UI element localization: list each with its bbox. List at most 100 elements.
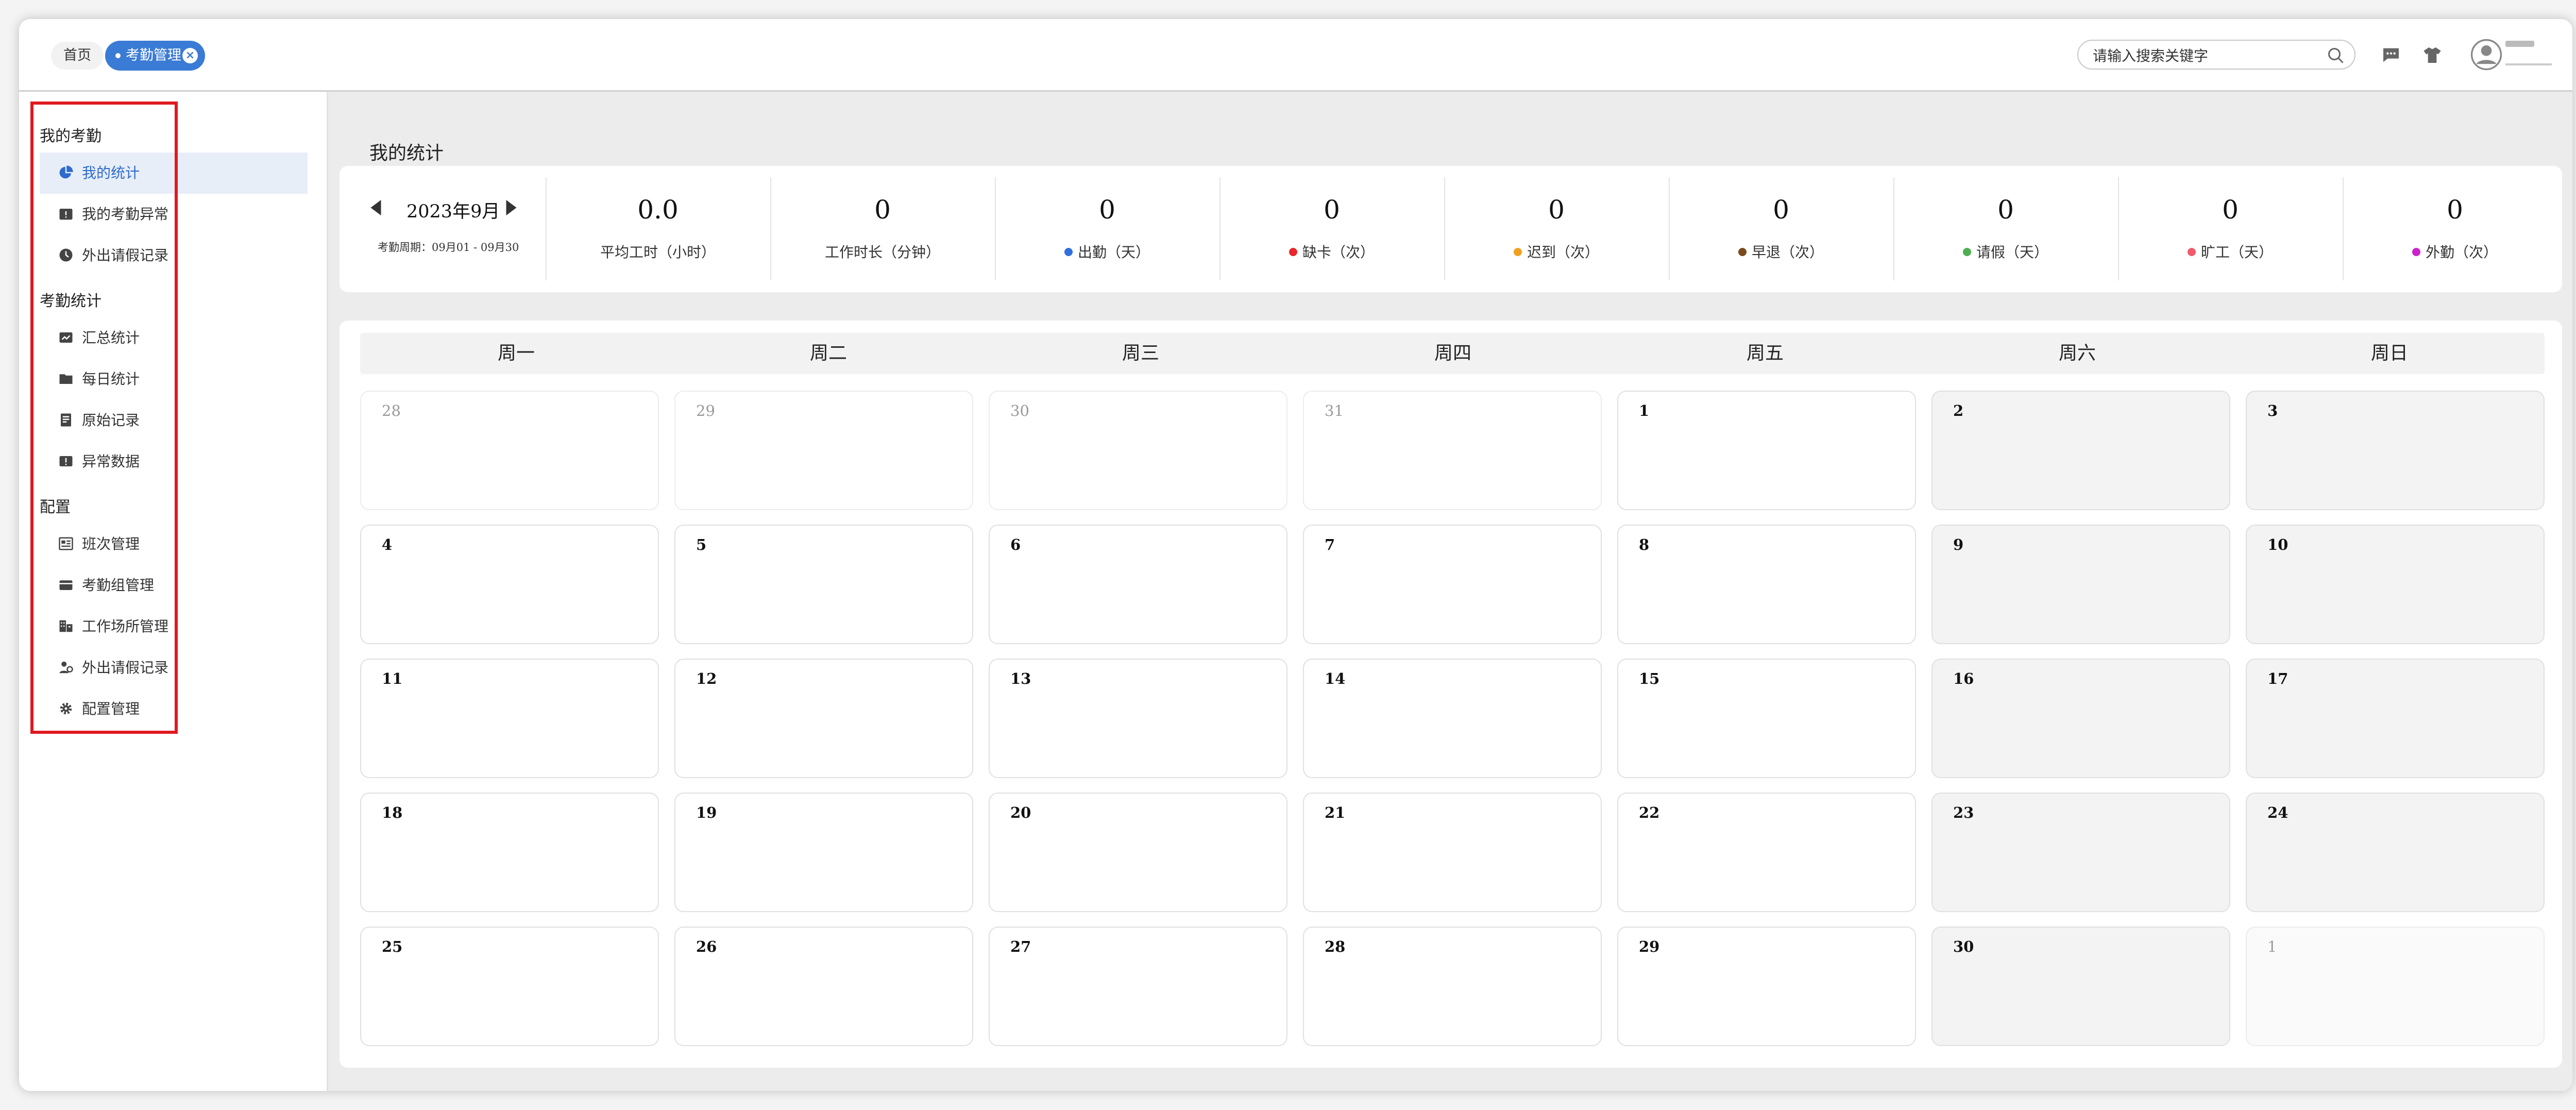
search-icon[interactable] [2327,46,2345,65]
weekday-label: 周五 [1746,343,1784,364]
calendar-day-cell[interactable]: 12 [674,659,973,778]
calendar-day-cell[interactable]: 19 [674,793,973,912]
app-window: 首页 考勤管理 × 我的考勤 [19,19,2572,1091]
stat-label: 请假（天） [1976,244,2048,261]
weekday-label: 周一 [497,343,535,364]
day-number: 12 [696,670,717,687]
day-number: 14 [1325,670,1346,687]
calendar-day-cell[interactable]: 29 [674,391,973,510]
calendar-day-cell[interactable]: 28 [1303,927,1602,1046]
calendar-day-cell[interactable]: 29 [1617,927,1916,1046]
calendar-day-cell[interactable]: 7 [1303,525,1602,644]
stat-label: 出勤（天） [1077,244,1150,261]
day-number: 26 [696,938,717,955]
calendar-day-cell[interactable]: 10 [2246,525,2545,644]
main-content: 我的统计 2023年9月 考勤周期：09月01 - 09月30 0.0 平均工时（… [328,92,2572,1091]
search-box [2077,40,2355,70]
calendar-day-cell[interactable]: 1 [1617,391,1916,510]
tab-home[interactable]: 首页 [51,42,104,70]
calendar-day-cell[interactable]: 11 [360,659,659,778]
calendar-day-cell[interactable]: 4 [360,525,659,644]
attendance-period: 考勤周期：09月01 - 09月30 [378,241,519,254]
weekday-label: 周三 [1122,343,1159,364]
calendar-day-cell[interactable]: 23 [1931,793,2230,912]
day-number: 29 [696,402,715,419]
calendar-day-cell[interactable]: 8 [1617,525,1916,644]
close-icon[interactable]: × [182,48,198,63]
stat-card: 0 工作时长（分钟） [770,166,995,292]
day-number: 3 [2267,402,2278,419]
stat-value: 0 [2447,195,2463,225]
day-number: 9 [1953,536,1964,553]
calendar-day-cell[interactable]: 6 [989,525,1287,644]
calendar-day-cell[interactable]: 30 [1931,927,2230,1046]
calendar-day-cell[interactable]: 5 [674,525,973,644]
calendar-day-cell[interactable]: 25 [360,927,659,1046]
stat-divider [770,177,771,280]
calendar-day-cell[interactable]: 14 [1303,659,1602,778]
calendar-day-cell[interactable]: 13 [989,659,1287,778]
calendar-day-cell[interactable]: 26 [674,927,973,1046]
calendar-day-cell[interactable]: 20 [989,793,1287,912]
stat-value: 0 [874,195,891,225]
calendar-day-cell[interactable]: 27 [989,927,1287,1046]
sidebar-highlight-box [30,102,178,734]
tab-attendance-label: 考勤管理 [126,47,181,63]
calendar-day-cell[interactable]: 17 [2246,659,2545,778]
calendar-day-cell[interactable]: 1 [2246,927,2545,1046]
calendar-day-cell[interactable]: 22 [1617,793,1916,912]
calendar-day-cell[interactable]: 2 [1931,391,2230,510]
status-dot-icon [1962,248,1971,256]
status-dot-icon [1289,248,1297,256]
user-role-placeholder [2505,63,2552,65]
calendar-day-cell[interactable]: 15 [1617,659,1916,778]
chevron-right-icon[interactable] [503,200,517,215]
shirt-icon[interactable] [2422,45,2443,65]
calendar-day-cell[interactable]: 21 [1303,793,1602,912]
stat-value: 0 [1324,195,1340,225]
calendar-day-cell[interactable]: 31 [1303,391,1602,510]
day-number: 30 [1953,938,1974,955]
stat-card: 0 旷工（天） [2118,166,2343,292]
calendar-day-cell[interactable]: 30 [989,391,1287,510]
user-avatar-icon[interactable] [2470,39,2502,71]
day-number: 6 [1010,536,1021,553]
top-header: 首页 考勤管理 × [19,19,2572,92]
stat-card: 0 请假（天） [1893,166,2118,292]
tab-attendance[interactable]: 考勤管理 × [105,41,205,71]
day-number: 28 [382,402,401,419]
chevron-left-icon[interactable] [370,200,384,215]
stat-divider [546,177,547,280]
stat-label-row: 早退（次） [1669,241,1893,262]
weekday-label: 周四 [1434,343,1471,364]
stat-label-row: 缺卡（次） [1219,241,1444,262]
stat-label: 早退（次） [1751,244,1824,261]
day-number: 30 [1010,402,1029,419]
stat-value: 0 [1099,195,1115,225]
calendar-day-cell[interactable]: 16 [1931,659,2230,778]
day-number: 25 [382,938,403,955]
page-title: 我的统计 [369,143,444,164]
calendar-day-cell[interactable]: 28 [360,391,659,510]
stat-label: 外勤（次） [2425,244,2498,261]
day-number: 15 [1639,670,1660,687]
stat-card: 0 出勤（天） [995,166,1219,292]
calendar-day-cell[interactable]: 18 [360,793,659,912]
day-number: 1 [1639,402,1650,419]
stat-divider [2343,177,2344,280]
day-number: 4 [382,536,393,553]
search-input[interactable] [2092,45,2315,66]
message-icon[interactable] [2381,45,2401,65]
stat-label-row: 迟到（次） [1444,241,1669,262]
calendar-day-cell[interactable]: 24 [2246,793,2545,912]
stat-label-row: 外勤（次） [2343,241,2567,262]
stat-value: 0 [1773,195,1789,225]
day-number: 28 [1325,938,1346,955]
calendar-day-cell[interactable]: 9 [1931,525,2230,644]
stats-panel: 2023年9月 考勤周期：09月01 - 09月30 0.0 平均工时（小时） 0 工… [340,166,2562,292]
weekday-header: 周一 周二 周三 周四 周五 周六 周日 [360,333,2545,374]
calendar-day-cell[interactable]: 3 [2246,391,2545,510]
stat-label-row: 平均工时（小时） [546,241,770,262]
day-number: 2 [1953,402,1964,419]
day-number: 18 [382,804,403,821]
